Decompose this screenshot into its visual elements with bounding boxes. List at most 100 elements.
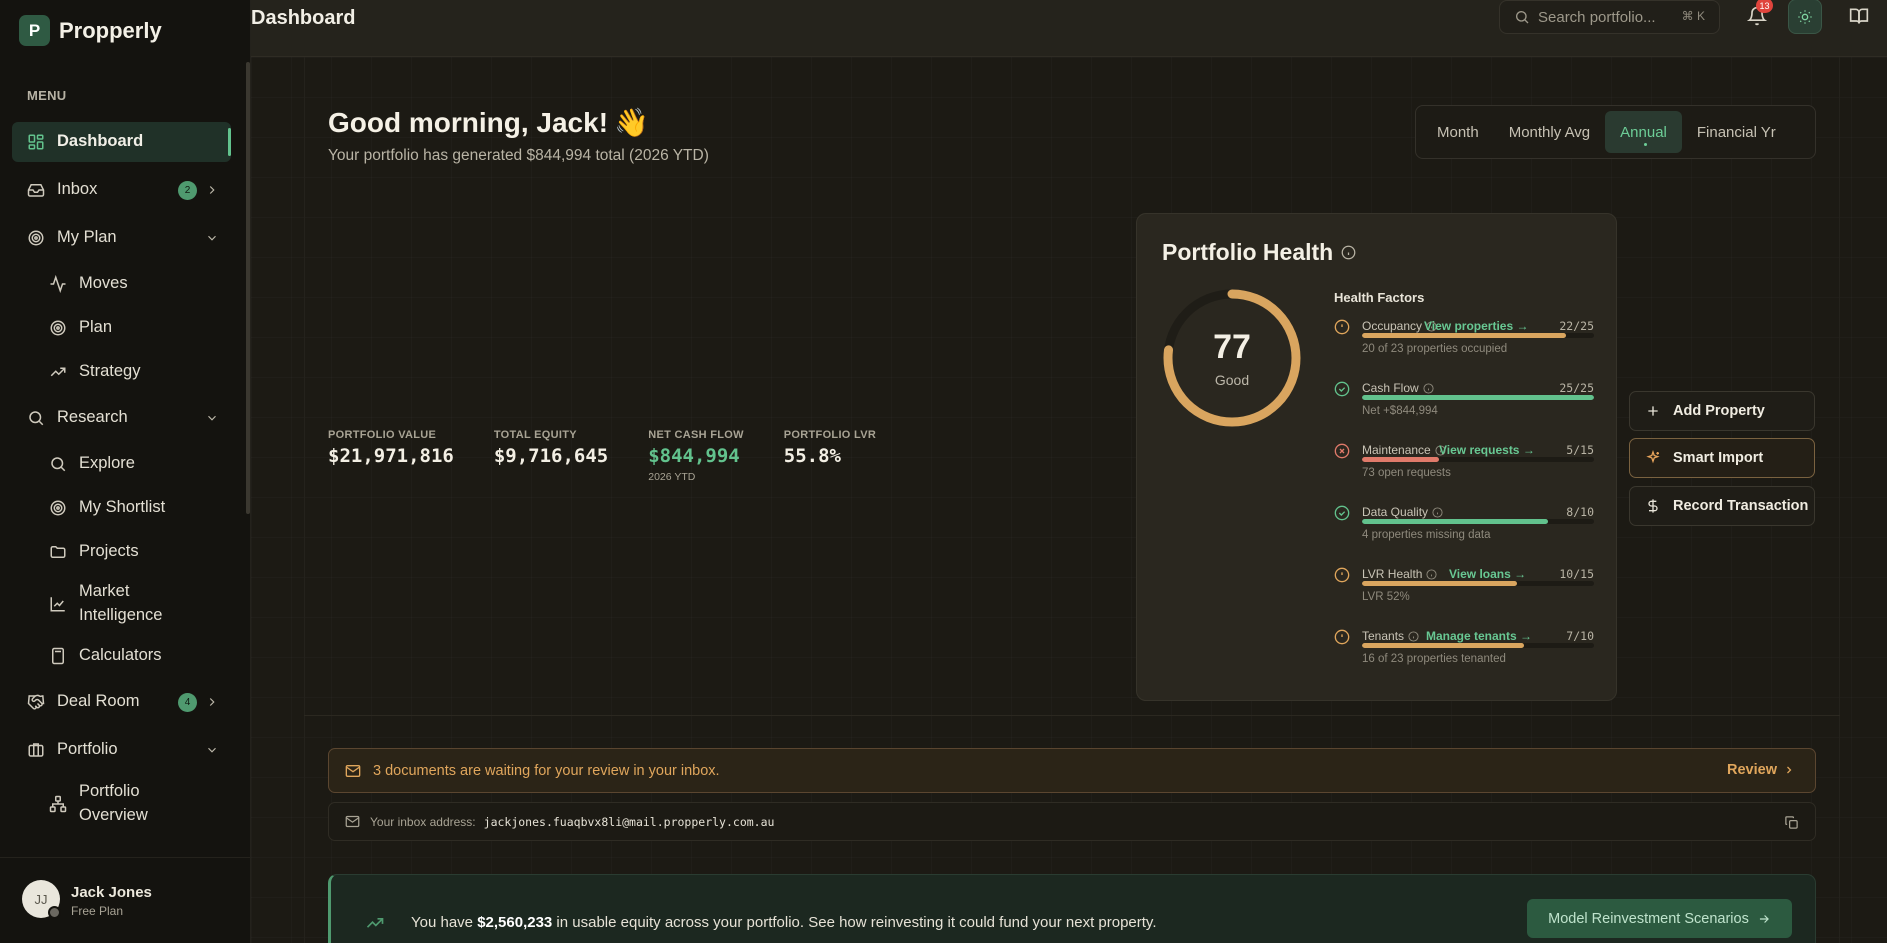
model-reinvestment-button[interactable]: Model Reinvestment Scenarios	[1527, 899, 1792, 938]
search-placeholder: Search portfolio...	[1538, 8, 1656, 26]
stat-net-cash-flow: NET CASH FLOW $844,994 2026 YTD	[648, 429, 744, 483]
stat-value: $9,716,645	[493, 445, 609, 467]
sidebar-nav: Dashboard Inbox 2 My Plan Moves Plan Str…	[12, 122, 231, 838]
stat-portfolio-value: PORTFOLIO VALUE $21,971,816	[328, 429, 454, 483]
tab-annual[interactable]: Annual	[1605, 111, 1682, 153]
stat-value: $21,971,816	[328, 445, 454, 467]
factor-progress-fill	[1362, 519, 1548, 524]
sidebar-item-plan[interactable]: Plan	[12, 310, 231, 346]
sidebar-item-market-intelligence[interactable]: Market Intelligence	[12, 578, 231, 630]
factor-link[interactable]: View requests →	[1439, 443, 1535, 457]
factor-link[interactable]: Manage tenants →	[1426, 629, 1532, 643]
info-icon[interactable]	[1341, 245, 1356, 260]
sidebar-item-label: Plan	[79, 318, 113, 337]
factor-link[interactable]: View loans →	[1449, 567, 1526, 581]
alert-circle-icon	[1334, 629, 1350, 645]
record-transaction-button[interactable]: Record Transaction	[1629, 486, 1815, 526]
health-factor: Data Quality 8/10 4 properties missing dat…	[1334, 505, 1594, 551]
stat-portfolio-lvr: PORTFOLIO LVR 55.8%	[784, 429, 876, 483]
factor-score: 8/10	[1566, 505, 1594, 519]
sidebar-item-label: Calculators	[79, 646, 162, 665]
review-button[interactable]: Review	[1727, 762, 1795, 778]
tab-financial-yr[interactable]: Financial Yr	[1682, 111, 1791, 153]
search-icon	[48, 454, 68, 474]
trending-up-icon	[48, 362, 68, 382]
factor-progress-fill	[1362, 395, 1594, 400]
mail-icon	[345, 814, 360, 829]
briefcase-icon	[26, 740, 46, 760]
book-icon[interactable]	[1849, 6, 1869, 26]
health-factor: Tenants Manage tenants → 7/10 16 of 23 prop…	[1334, 629, 1594, 675]
sidebar-item-calculators[interactable]: Calculators	[12, 638, 231, 674]
health-card-title: Portfolio Health	[1162, 239, 1356, 266]
sidebar-item-my-plan[interactable]: My Plan	[12, 218, 231, 258]
target-icon	[26, 228, 46, 248]
chevron-right-icon	[205, 695, 219, 709]
sidebar-item-explore[interactable]: Explore	[12, 446, 231, 482]
health-factors-title: Health Factors	[1334, 290, 1425, 305]
sidebar-item-inbox[interactable]: Inbox 2	[12, 170, 231, 210]
sidebar-item-projects[interactable]: Projects	[12, 534, 231, 570]
tab-month[interactable]: Month	[1422, 111, 1494, 153]
sidebar-scrollbar[interactable]	[246, 62, 250, 514]
arrow-right-icon	[1757, 912, 1771, 926]
health-factor: LVR Health View loans → 10/15 LVR 52%	[1334, 567, 1594, 613]
search-shortcut: ⌘ K	[1681, 9, 1705, 23]
user-name: Jack Jones	[71, 884, 152, 901]
factor-link[interactable]: View properties →	[1424, 319, 1528, 333]
factor-progress-bar	[1362, 581, 1594, 586]
theme-toggle-button[interactable]	[1788, 0, 1822, 34]
factor-name: Tenants	[1362, 629, 1419, 643]
info-icon[interactable]	[1426, 568, 1438, 580]
sparkle-icon	[1645, 450, 1661, 466]
sidebar-item-label: Dashboard	[57, 132, 144, 151]
chevron-right-icon	[205, 183, 219, 197]
add-property-button[interactable]: Add Property	[1629, 391, 1815, 431]
sidebar-item-portfolio[interactable]: Portfolio	[12, 730, 231, 770]
sidebar-item-label: Portfolio Overview	[79, 782, 148, 824]
stat-label: PORTFOLIO LVR	[783, 429, 877, 441]
inbox-address-value: jackjones.fuaqbvx8li@mail.propperly.com.…	[483, 814, 775, 829]
sidebar-item-label: Inbox	[57, 180, 98, 199]
sidebar-item-strategy[interactable]: Strategy	[12, 354, 231, 390]
health-factor: Occupancy View properties → 22/25 20 of 23 …	[1334, 319, 1594, 365]
chevron-down-icon	[205, 743, 219, 757]
portfolio-stats: PORTFOLIO VALUE $21,971,816 TOTAL EQUITY…	[328, 429, 916, 483]
sidebar-item-my-shortlist[interactable]: My Shortlist	[12, 490, 231, 526]
info-icon[interactable]	[1432, 506, 1443, 518]
stat-value: $844,994	[648, 445, 740, 467]
documents-alert: 3 documents are waiting for your review …	[328, 748, 1816, 793]
copy-icon[interactable]	[1784, 815, 1799, 830]
period-tabs: Month Monthly Avg Annual Financial Yr	[1415, 105, 1816, 159]
top-bar: Dashboard Search portfolio... ⌘ K 13	[251, 0, 1887, 57]
alert-circle-icon	[1334, 319, 1350, 335]
inbox-icon	[26, 180, 46, 200]
sidebar-item-research[interactable]: Research	[12, 398, 231, 438]
sidebar-item-deal-room[interactable]: Deal Room 4	[12, 682, 231, 722]
sidebar-item-portfolio-overview[interactable]: Portfolio Overview	[12, 778, 231, 830]
inbox-address-label: Your inbox address:	[370, 814, 476, 829]
sidebar-item-label: Deal Room	[57, 692, 140, 711]
sidebar-item-label: Portfolio	[57, 740, 118, 759]
sidebar-item-dashboard[interactable]: Dashboard	[12, 122, 231, 162]
mail-icon	[345, 763, 361, 779]
button-label: Smart Import	[1673, 450, 1764, 466]
tab-monthly-avg[interactable]: Monthly Avg	[1494, 111, 1605, 153]
chevron-right-icon	[1783, 764, 1795, 776]
search-input[interactable]: Search portfolio... ⌘ K	[1499, 0, 1720, 34]
factor-progress-fill	[1362, 643, 1525, 648]
menu-label: MENU	[27, 88, 67, 103]
factor-progress-fill	[1362, 457, 1439, 462]
handshake-icon	[26, 692, 46, 712]
smart-import-button[interactable]: Smart Import	[1629, 438, 1815, 478]
status-indicator	[48, 906, 61, 919]
health-factor: Maintenance View requests → 5/15 73 open re…	[1334, 443, 1594, 489]
deal-room-count-badge: 4	[178, 692, 197, 712]
info-icon[interactable]	[1423, 382, 1434, 394]
user-profile[interactable]: JJ Jack Jones Free Plan	[0, 857, 251, 943]
brand[interactable]: P Propperly	[19, 15, 162, 46]
stat-note: 2026 YTD	[648, 471, 696, 483]
page-title: Dashboard	[251, 7, 356, 29]
info-icon[interactable]	[1408, 630, 1419, 642]
sidebar-item-moves[interactable]: Moves	[12, 266, 231, 302]
